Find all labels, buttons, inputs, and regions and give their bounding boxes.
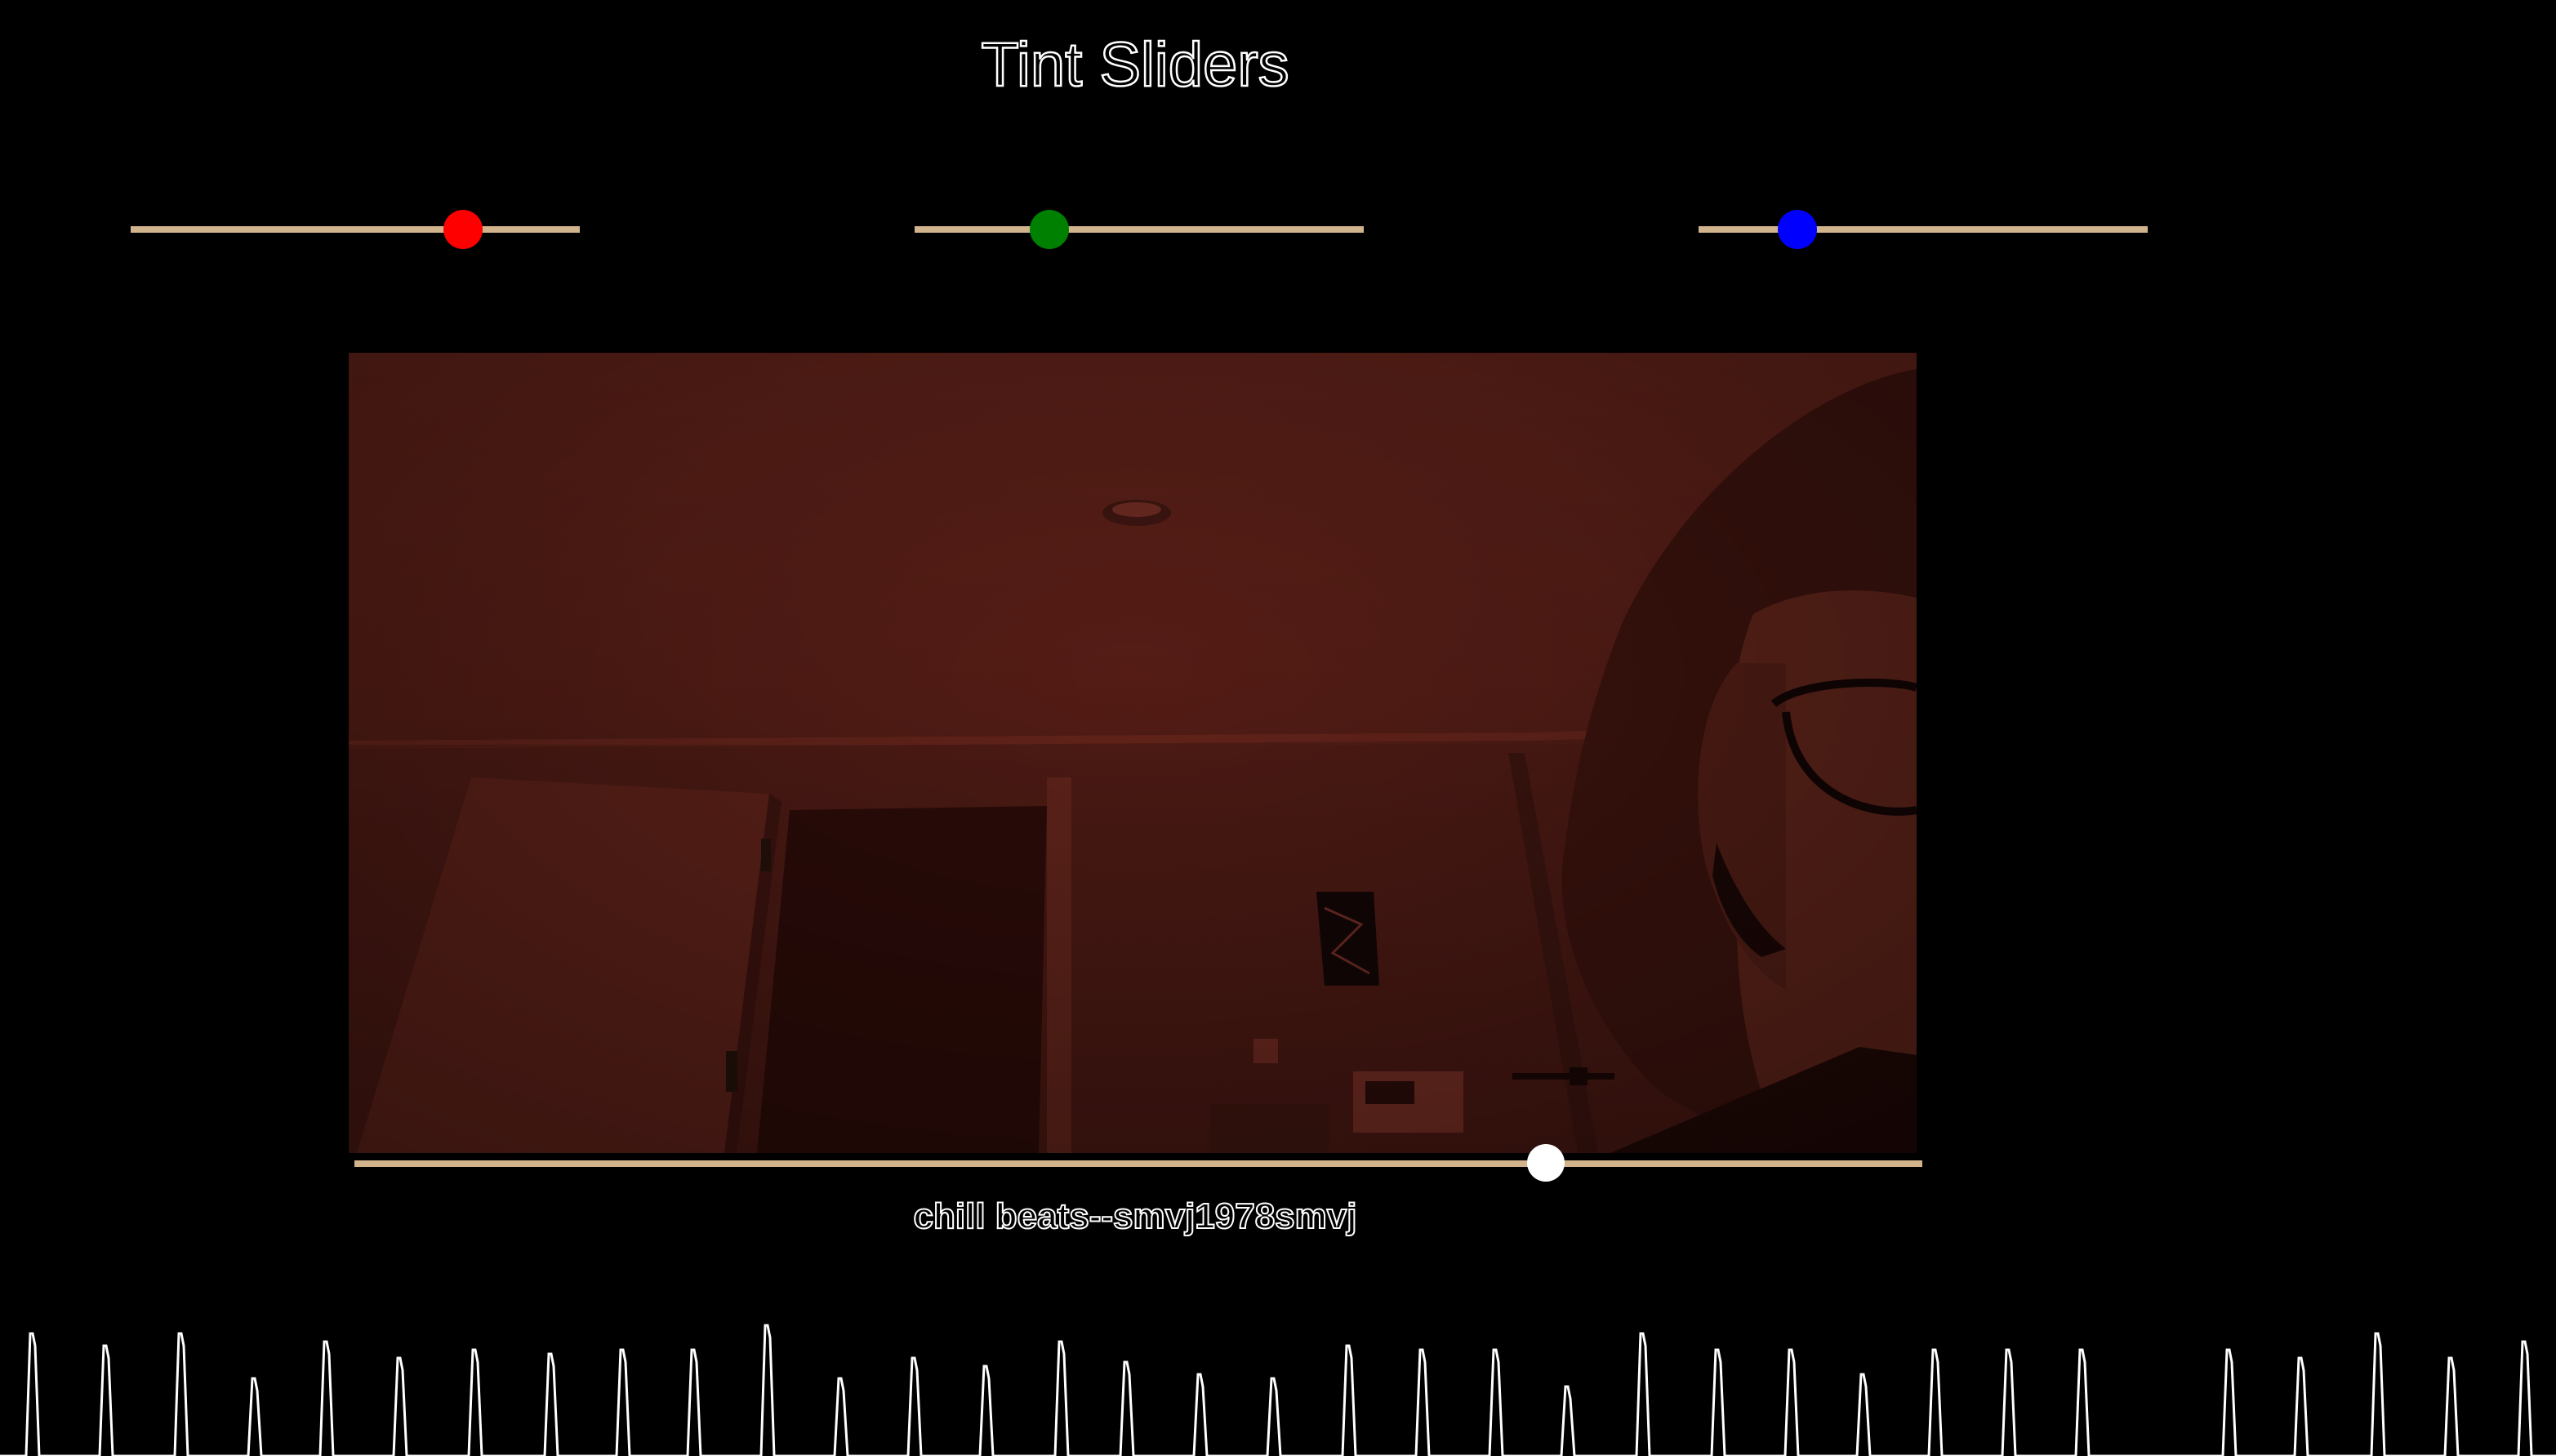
waveform-line — [0, 1324, 2556, 1456]
blue-slider-track[interactable] — [1699, 226, 2148, 233]
red-slider-track[interactable] — [131, 226, 580, 233]
blue-slider-thumb[interactable] — [1778, 210, 1817, 249]
green-tint-slider[interactable] — [915, 210, 1364, 249]
playback-seek-bar[interactable] — [354, 1144, 1922, 1182]
track-title: chill beats--smvj1978smvj — [913, 1196, 1358, 1237]
blue-tint-slider[interactable] — [1699, 210, 2148, 249]
page-title: Tint Sliders — [980, 29, 1290, 101]
red-tint-slider[interactable] — [131, 210, 580, 249]
green-slider-track[interactable] — [915, 226, 1364, 233]
audio-waveform-icon — [0, 1324, 2556, 1456]
green-slider-thumb[interactable] — [1030, 210, 1069, 249]
red-slider-thumb[interactable] — [443, 210, 483, 249]
video-scene-image — [349, 353, 1917, 1153]
seek-track[interactable] — [354, 1160, 1922, 1167]
tinted-video-frame — [349, 353, 1917, 1153]
seek-thumb[interactable] — [1527, 1144, 1565, 1182]
